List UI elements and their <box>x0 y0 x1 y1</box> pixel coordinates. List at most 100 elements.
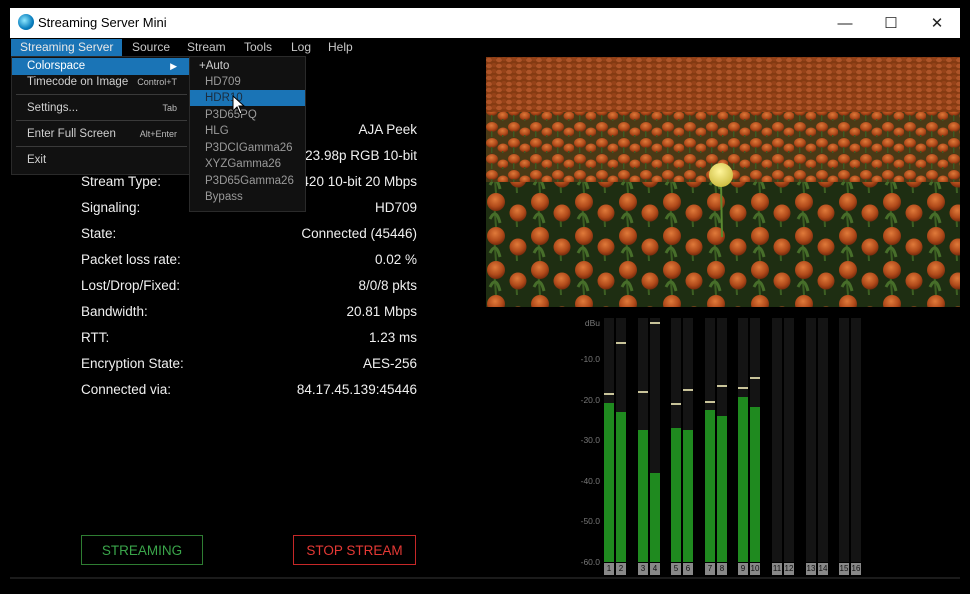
encryption-label: Encryption State: <box>81 356 184 371</box>
meter-level-bar <box>616 411 626 562</box>
menu-item-label: Exit <box>27 154 47 166</box>
connected-via-value: 84.17.45.139:45446 <box>296 382 417 397</box>
menu-item-settings[interactable]: Settings... Tab <box>12 100 191 117</box>
streaming-button[interactable]: STREAMING <box>81 535 203 565</box>
video-format-value: D 23.98p RGB 10-bit <box>291 148 417 163</box>
meter-level-bar <box>604 403 614 562</box>
meter-peak-marker <box>683 389 693 392</box>
menu-item-label: Timecode on Image <box>27 76 129 88</box>
signaling-value: HD709 <box>374 200 417 215</box>
menu-source[interactable]: Source <box>123 39 179 56</box>
mouse-cursor-icon <box>232 95 246 115</box>
meter-level-bar <box>683 429 693 562</box>
channel-number-label: 1 <box>604 563 614 575</box>
menu-item-label: XYZGamma26 <box>205 158 282 170</box>
meter-level-bar <box>750 407 760 562</box>
packet-loss-label: Packet loss rate: <box>81 252 181 267</box>
menu-item-exit[interactable]: Exit <box>12 152 191 169</box>
colorspace-item-hlg[interactable]: HLG <box>190 123 305 139</box>
colorspace-item-hdr10[interactable]: HDR10 <box>190 90 305 106</box>
menu-item-colorspace[interactable]: Colorspace ▶ <box>12 58 191 75</box>
bandwidth-value: 20.81 Mbps <box>346 304 417 319</box>
meter-level-bar <box>650 472 660 562</box>
menu-item-timecode[interactable]: Timecode on Image Control+T <box>12 74 191 91</box>
menu-item-label: HD709 <box>205 76 241 88</box>
meter-track <box>851 318 861 562</box>
close-button[interactable]: ✕ <box>914 8 960 38</box>
channel-number-label: 15 <box>839 563 849 575</box>
colorspace-item-hd709[interactable]: HD709 <box>190 74 305 90</box>
menu-item-label: P3D65Gamma26 <box>205 175 294 187</box>
maximize-button[interactable]: ☐ <box>868 8 914 38</box>
title-bar: Streaming Server Mini — ☐ ✕ <box>10 8 960 38</box>
stop-stream-button[interactable]: STOP STREAM <box>293 535 416 565</box>
rtt-value: 1.23 ms <box>368 330 417 345</box>
menu-tools[interactable]: Tools <box>235 39 281 56</box>
channel-number-label: 8 <box>717 563 727 575</box>
menu-item-shortcut: Alt+Enter <box>139 129 177 139</box>
channel-number-label: 6 <box>683 563 693 575</box>
menu-bar: Streaming Server Source Stream Tools Log… <box>10 38 960 57</box>
channel-number-label: 16 <box>851 563 861 575</box>
meter-track <box>784 318 794 562</box>
menu-item-label: +Auto <box>199 60 230 72</box>
meter-track <box>818 318 828 562</box>
colorspace-submenu: +Auto HD709 HDR10 P3D65PQ HLG P3DCIGamma… <box>189 56 306 212</box>
app-logo-icon <box>18 14 34 30</box>
meter-peak-marker <box>717 385 727 388</box>
video-preview <box>486 57 960 307</box>
menu-item-label: HLG <box>205 125 229 137</box>
meter-level-bar <box>671 427 681 562</box>
stream-type-label: Stream Type: <box>81 174 162 189</box>
signaling-label: Signaling: <box>81 200 141 215</box>
menu-divider <box>16 120 187 121</box>
menu-item-fullscreen[interactable]: Enter Full Screen Alt+Enter <box>12 126 191 143</box>
encryption-value: AES-256 <box>362 356 417 371</box>
meter-track <box>806 318 816 562</box>
device-value: AJA Peek <box>358 122 417 137</box>
menu-item-label: Enter Full Screen <box>27 128 116 140</box>
tulip-field-image <box>486 57 960 307</box>
meter-peak-marker <box>616 342 626 345</box>
menu-item-label: P3DCIGamma26 <box>205 142 293 154</box>
rtt-label: RTT: <box>81 330 110 345</box>
meter-peak-marker <box>750 376 760 379</box>
colorspace-item-p3dcigamma26[interactable]: P3DCIGamma26 <box>190 140 305 156</box>
meter-peak-marker <box>650 322 660 325</box>
menu-item-label: Colorspace <box>27 60 86 72</box>
meter-scale-label: -20.0 <box>580 395 600 405</box>
colorspace-item-xyzgamma26[interactable]: XYZGamma26 <box>190 156 305 172</box>
menu-help[interactable]: Help <box>319 39 362 56</box>
submenu-arrow-icon: ▶ <box>170 61 177 71</box>
colorspace-item-p3d65pq[interactable]: P3D65PQ <box>190 107 305 123</box>
meter-peak-marker <box>671 403 681 406</box>
channel-number-label: 4 <box>650 563 660 575</box>
colorspace-item-auto[interactable]: +Auto <box>190 58 305 74</box>
packet-loss-value: 0.02 % <box>374 252 417 267</box>
menu-item-label: Settings... <box>27 102 79 114</box>
channel-number-label: 10 <box>750 563 760 575</box>
colorspace-item-p3d65gamma26[interactable]: P3D65Gamma26 <box>190 173 305 189</box>
connected-via-label: Connected via: <box>81 382 172 397</box>
meter-scale-label: -60.0 <box>580 557 600 567</box>
menu-divider <box>16 94 187 95</box>
meter-scale-label: -50.0 <box>580 516 600 526</box>
channel-number-label: 5 <box>671 563 681 575</box>
meter-peak-marker <box>705 401 715 404</box>
meter-level-bar <box>738 397 748 562</box>
meter-level-bar <box>638 429 648 562</box>
minimize-button[interactable]: — <box>822 8 868 38</box>
menu-item-shortcut: Control+T <box>137 77 177 87</box>
menu-stream[interactable]: Stream <box>178 39 235 56</box>
streaming-server-menu: Colorspace ▶ Timecode on Image Control+T… <box>11 56 192 175</box>
channel-number-label: 9 <box>738 563 748 575</box>
menu-streaming-server[interactable]: Streaming Server <box>11 39 123 56</box>
lost-drop-fixed-value: 8/0/8 pkts <box>358 278 417 293</box>
meter-scale-label: -10.0 <box>580 354 600 364</box>
menu-log[interactable]: Log <box>282 39 320 56</box>
meter-scale-label: -40.0 <box>580 476 600 486</box>
menu-item-shortcut: Tab <box>162 103 177 113</box>
window-bottom-edge <box>10 577 960 579</box>
colorspace-item-bypass[interactable]: Bypass <box>190 189 305 205</box>
meter-scale-label: -30.0 <box>580 435 600 445</box>
